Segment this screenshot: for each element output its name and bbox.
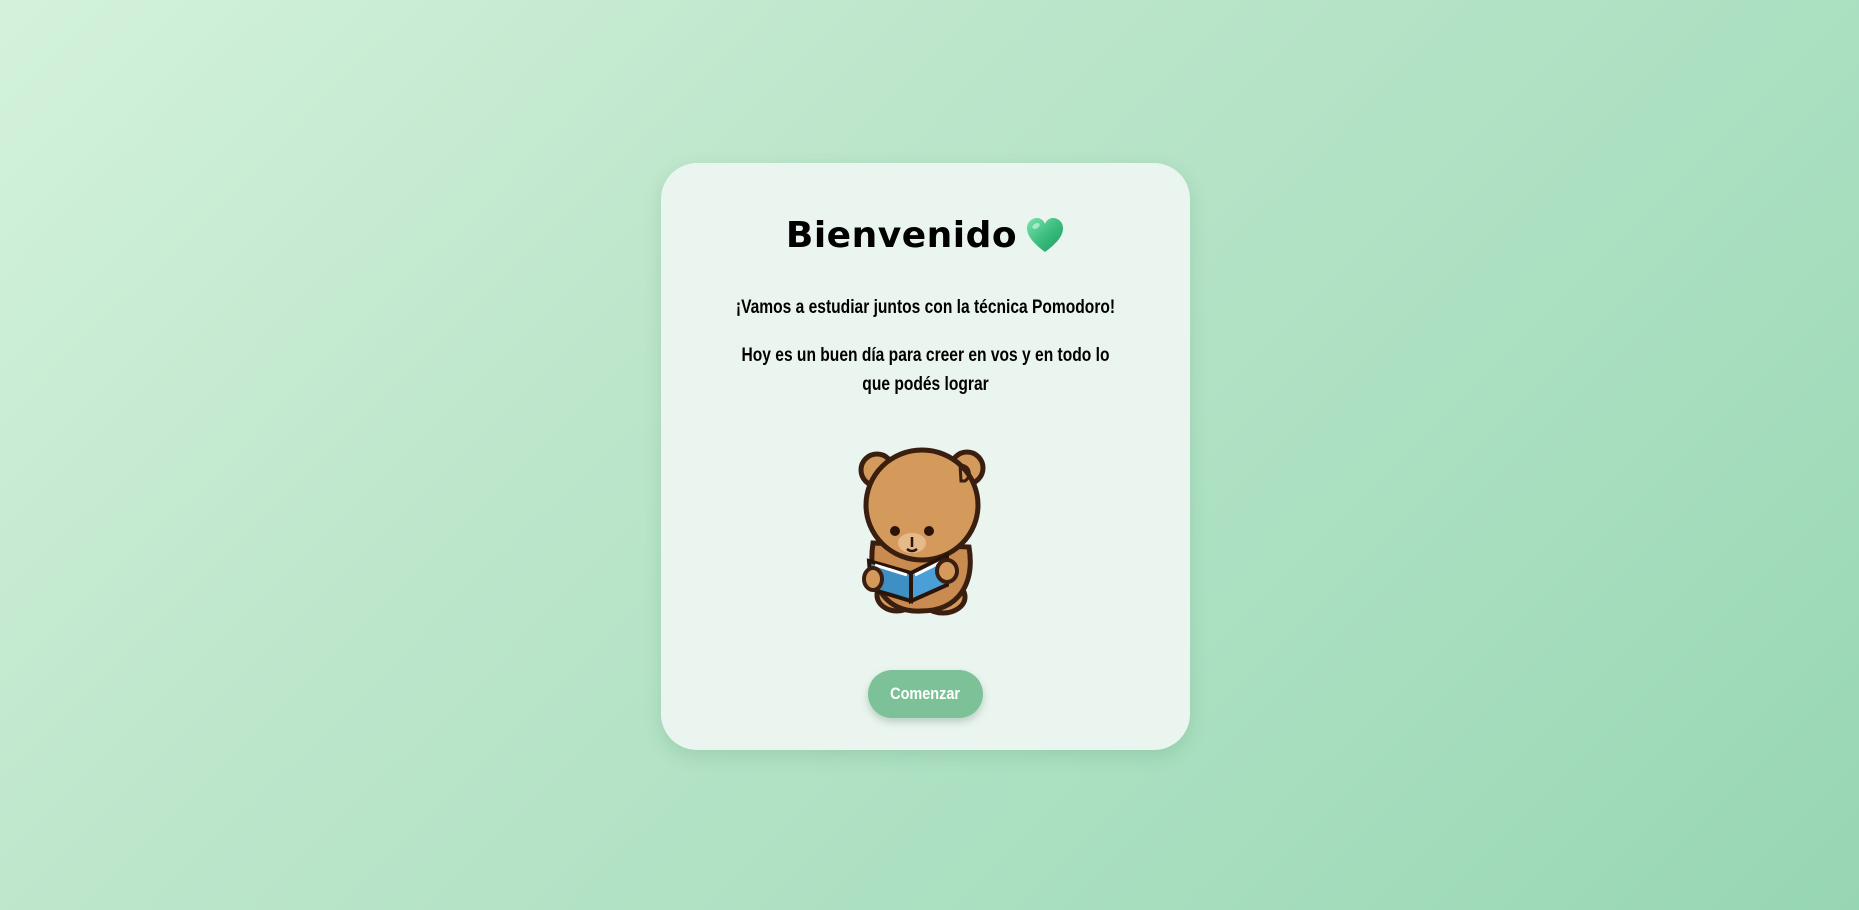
start-button-label: Comenzar bbox=[890, 684, 961, 703]
bear-reading-book-icon bbox=[858, 447, 986, 616]
welcome-card: Bienvenido ¡Vamos a estudiar juntos con … bbox=[661, 163, 1190, 750]
page-title: Bienvenido bbox=[785, 215, 1018, 256]
motivational-message: Hoy es un buen día para creer en vos y e… bbox=[741, 345, 1110, 395]
green-heart-icon bbox=[1027, 217, 1064, 252]
start-button[interactable]: Comenzar bbox=[868, 670, 983, 718]
subtitle: ¡Vamos a estudiar juntos con la técnica … bbox=[735, 297, 1116, 318]
title-row: Bienvenido bbox=[661, 215, 1190, 256]
